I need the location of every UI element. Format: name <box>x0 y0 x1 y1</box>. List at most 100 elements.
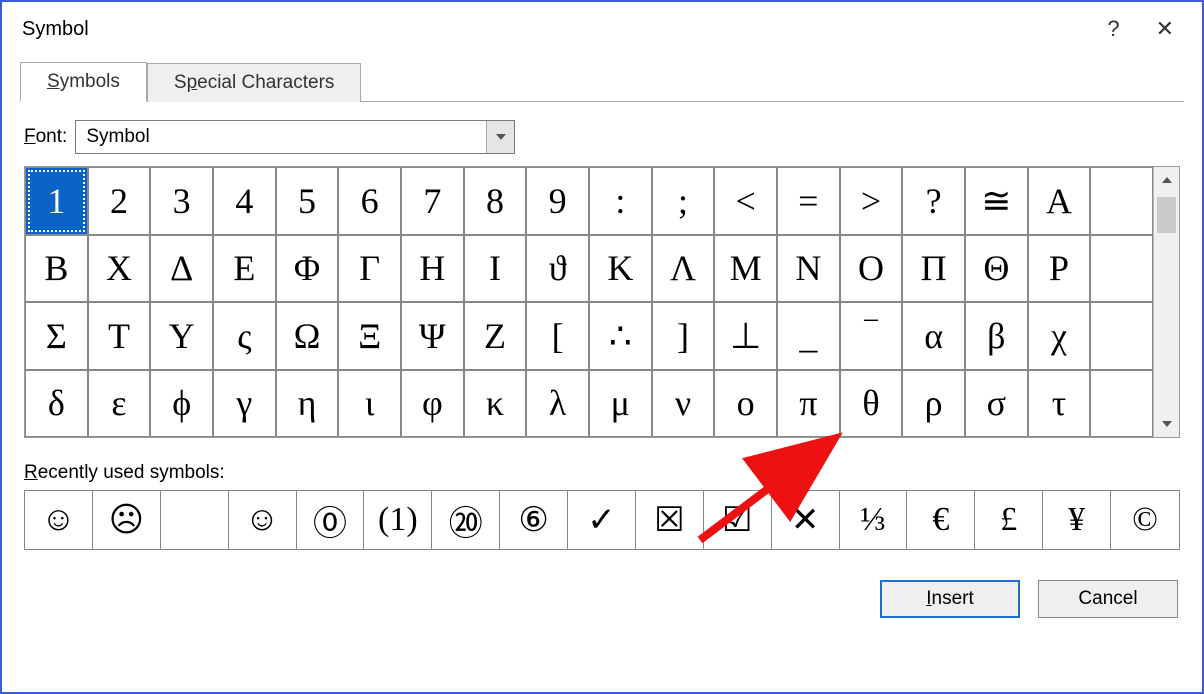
symbol-cell[interactable]: ≅ <box>965 167 1028 235</box>
recent-symbol-cell[interactable]: ⅓ <box>840 491 908 549</box>
symbol-cell[interactable]: Ρ <box>1028 235 1091 303</box>
symbol-cell[interactable]: Ο <box>840 235 903 303</box>
symbol-cell[interactable]: = <box>777 167 840 235</box>
symbol-cell[interactable]: ∴ <box>589 302 652 370</box>
symbol-cell[interactable]: α <box>902 302 965 370</box>
symbol-cell[interactable]: _ <box>777 302 840 370</box>
symbol-cell[interactable]: 4 <box>213 167 276 235</box>
scroll-up-icon[interactable] <box>1154 167 1179 193</box>
symbol-cell[interactable]: ? <box>902 167 965 235</box>
recent-symbol-cell[interactable]: ☺ <box>25 491 93 549</box>
recent-symbol-cell[interactable]: ☹ <box>93 491 161 549</box>
symbol-cell[interactable]: π <box>777 370 840 438</box>
symbol-cell[interactable]: Β <box>25 235 88 303</box>
symbol-cell[interactable]: Ψ <box>401 302 464 370</box>
symbol-cell[interactable]: Μ <box>714 235 777 303</box>
symbol-cell[interactable]: Γ <box>338 235 401 303</box>
recent-symbol-cell[interactable]: ⑥ <box>500 491 568 549</box>
symbol-cell[interactable]: ] <box>652 302 715 370</box>
recent-symbol-cell[interactable]: ✓ <box>568 491 636 549</box>
recent-symbol-cell[interactable]: £ <box>975 491 1043 549</box>
scroll-down-icon[interactable] <box>1154 411 1179 437</box>
symbol-cell[interactable]: Α <box>1028 167 1091 235</box>
symbol-cell[interactable]: 7 <box>401 167 464 235</box>
symbol-cell[interactable]: Ε <box>213 235 276 303</box>
symbol-cell[interactable]: τ <box>1028 370 1091 438</box>
symbol-cell[interactable]: Ξ <box>338 302 401 370</box>
symbol-cell[interactable]: χ <box>1028 302 1091 370</box>
symbol-cell[interactable]: Ι <box>464 235 527 303</box>
tab-special-characters[interactable]: Special Characters <box>147 63 362 102</box>
symbol-cell[interactable]: ι <box>338 370 401 438</box>
close-icon[interactable]: ✕ <box>1156 16 1174 42</box>
symbol-cell[interactable]: ⊥ <box>714 302 777 370</box>
symbol-cell[interactable]: Τ <box>88 302 151 370</box>
symbol-cell[interactable]: θ <box>840 370 903 438</box>
symbol-cell[interactable]: 9 <box>526 167 589 235</box>
symbol-cell[interactable] <box>1090 370 1153 438</box>
symbol-cell[interactable]: ρ <box>902 370 965 438</box>
scrollbar[interactable] <box>1153 167 1179 437</box>
symbol-cell[interactable]: σ <box>965 370 1028 438</box>
symbol-cell[interactable]: Θ <box>965 235 1028 303</box>
cancel-button[interactable]: Cancel <box>1038 580 1178 618</box>
symbol-cell[interactable]: Η <box>401 235 464 303</box>
tab-symbols[interactable]: Symbols <box>20 62 147 102</box>
symbol-cell[interactable]: β <box>965 302 1028 370</box>
symbol-cell[interactable]: Κ <box>589 235 652 303</box>
symbol-cell[interactable]: 3 <box>150 167 213 235</box>
recent-symbol-cell[interactable]: ⓪ <box>297 491 365 549</box>
recent-symbol-cell[interactable]: © <box>1111 491 1179 549</box>
symbol-cell[interactable]: 1 <box>25 167 88 235</box>
symbol-cell[interactable]: Π <box>902 235 965 303</box>
symbol-cell[interactable]: > <box>840 167 903 235</box>
symbol-cell[interactable]: ϕ <box>150 370 213 438</box>
symbol-cell[interactable]: Ν <box>777 235 840 303</box>
recent-symbol-cell[interactable]: € <box>907 491 975 549</box>
symbol-cell[interactable]: Λ <box>652 235 715 303</box>
recent-symbol-cell[interactable]: ☑ <box>704 491 772 549</box>
symbol-cell[interactable]: λ <box>526 370 589 438</box>
symbol-cell[interactable]: : <box>589 167 652 235</box>
symbol-cell[interactable]: φ <box>401 370 464 438</box>
symbol-cell[interactable]: 2 <box>88 167 151 235</box>
scroll-thumb[interactable] <box>1157 197 1176 233</box>
symbol-cell[interactable]: Ω <box>276 302 339 370</box>
symbol-cell[interactable]: Φ <box>276 235 339 303</box>
symbol-cell[interactable]: 8 <box>464 167 527 235</box>
symbol-cell[interactable] <box>1090 302 1153 370</box>
symbol-cell[interactable]: ν <box>652 370 715 438</box>
recent-symbol-cell[interactable]: ⑳ <box>432 491 500 549</box>
symbol-cell[interactable]: Υ <box>150 302 213 370</box>
symbol-cell[interactable]: ς <box>213 302 276 370</box>
symbol-cell[interactable]: ; <box>652 167 715 235</box>
symbol-cell[interactable]: κ <box>464 370 527 438</box>
symbol-cell[interactable]: ‾ <box>840 302 903 370</box>
recent-symbol-cell[interactable]: ✕ <box>772 491 840 549</box>
symbol-cell[interactable]: [ <box>526 302 589 370</box>
symbol-cell[interactable]: ε <box>88 370 151 438</box>
recent-symbol-cell[interactable]: ¥ <box>1043 491 1111 549</box>
chevron-down-icon[interactable] <box>486 121 514 153</box>
symbol-cell[interactable]: < <box>714 167 777 235</box>
recent-symbol-cell[interactable]: (1) <box>364 491 432 549</box>
symbol-cell[interactable]: 5 <box>276 167 339 235</box>
symbol-cell[interactable]: γ <box>213 370 276 438</box>
symbol-cell[interactable]: Σ <box>25 302 88 370</box>
recent-symbol-cell[interactable]: ☺ <box>229 491 297 549</box>
insert-button[interactable]: Insert <box>880 580 1020 618</box>
symbol-cell[interactable]: 6 <box>338 167 401 235</box>
symbol-cell[interactable]: μ <box>589 370 652 438</box>
symbol-cell[interactable]: ο <box>714 370 777 438</box>
symbol-cell[interactable] <box>1090 235 1153 303</box>
help-icon[interactable]: ? <box>1107 16 1119 42</box>
recent-symbol-cell[interactable] <box>161 491 229 549</box>
symbol-cell[interactable]: Ζ <box>464 302 527 370</box>
symbol-cell[interactable] <box>1090 167 1153 235</box>
symbol-cell[interactable]: δ <box>25 370 88 438</box>
font-select[interactable]: Symbol <box>75 120 515 154</box>
recent-symbol-cell[interactable]: ☒ <box>636 491 704 549</box>
symbol-cell[interactable]: Δ <box>150 235 213 303</box>
symbol-cell[interactable]: η <box>276 370 339 438</box>
symbol-cell[interactable]: ϑ <box>526 235 589 303</box>
